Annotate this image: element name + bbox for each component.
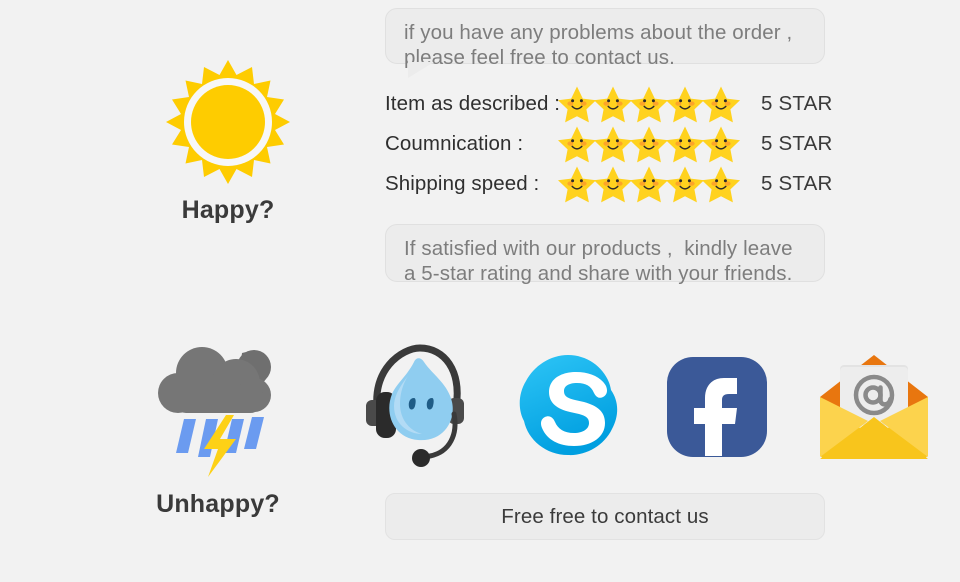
speech-bubble-tail bbox=[408, 62, 434, 78]
rating-row: Coumnication : 5 STAR bbox=[385, 124, 845, 164]
smiling-star-icon bbox=[630, 86, 668, 123]
rating-value: 5 STAR bbox=[761, 132, 833, 155]
smiling-star-icon bbox=[630, 166, 668, 203]
rating-list: Item as described : 5 STAR Coumnication … bbox=[385, 84, 845, 204]
rating-value: 5 STAR bbox=[761, 92, 833, 115]
smiling-star-icon bbox=[594, 86, 632, 123]
star-rating bbox=[557, 85, 747, 123]
skype-icon[interactable] bbox=[516, 352, 620, 462]
problems-notice-bubble: if you have any problems about the order… bbox=[385, 8, 825, 78]
star-rating bbox=[557, 125, 747, 163]
email-icon[interactable] bbox=[814, 351, 934, 463]
sun-icon-wrap bbox=[118, 52, 338, 192]
smiling-star-icon bbox=[558, 126, 596, 163]
rating-row: Item as described : 5 STAR bbox=[385, 84, 845, 124]
trademanager-icon[interactable] bbox=[358, 340, 470, 474]
smiling-star-icon bbox=[594, 166, 632, 203]
smiling-star-icon bbox=[594, 126, 632, 163]
smiling-star-icon bbox=[558, 166, 596, 203]
smiling-star-icon bbox=[702, 126, 740, 163]
rating-label: Coumnication : bbox=[385, 132, 524, 155]
rating-value: 5 STAR bbox=[761, 172, 833, 195]
problems-notice-line-1: if you have any problems about the order… bbox=[404, 21, 793, 44]
smiling-star-icon bbox=[558, 86, 596, 123]
unhappy-label: Unhappy? bbox=[156, 490, 280, 518]
star-rating bbox=[557, 165, 747, 203]
smiling-star-icon bbox=[630, 126, 668, 163]
sun-icon bbox=[166, 60, 290, 184]
promo-banner: if you have any problems about the order… bbox=[0, 0, 960, 582]
smiling-star-icon bbox=[702, 86, 740, 123]
contact-us-button[interactable]: Free free to contact us bbox=[385, 493, 825, 540]
unhappy-mood-block: Unhappy? bbox=[108, 336, 328, 519]
smiling-star-icon bbox=[666, 126, 704, 163]
smiling-star-icon bbox=[666, 166, 704, 203]
storm-cloud-rain-icon-wrap bbox=[108, 336, 328, 488]
rating-request-bubble: If satisfied with our products , kindly … bbox=[385, 224, 825, 285]
rating-row: Shipping speed : 5 STAR bbox=[385, 164, 845, 204]
contact-icon-row bbox=[358, 340, 934, 474]
problems-notice-line-2: please feel free to contact us. bbox=[404, 46, 675, 69]
storm-cloud-rain-icon bbox=[158, 347, 271, 477]
happy-label: Happy? bbox=[181, 196, 275, 224]
rating-label: Shipping speed : bbox=[385, 172, 540, 195]
smiling-star-icon bbox=[666, 86, 704, 123]
smiling-star-icon bbox=[702, 166, 740, 203]
happy-mood-block: Happy? bbox=[118, 52, 338, 225]
facebook-icon[interactable] bbox=[666, 356, 768, 458]
rating-label: Item as described : bbox=[385, 92, 561, 115]
contact-us-button-label: Free free to contact us bbox=[501, 504, 709, 528]
rating-request-line-2: a 5-star rating and share with your frie… bbox=[404, 262, 793, 285]
rating-request-line-1: If satisfied with our products , kindly … bbox=[404, 237, 793, 260]
